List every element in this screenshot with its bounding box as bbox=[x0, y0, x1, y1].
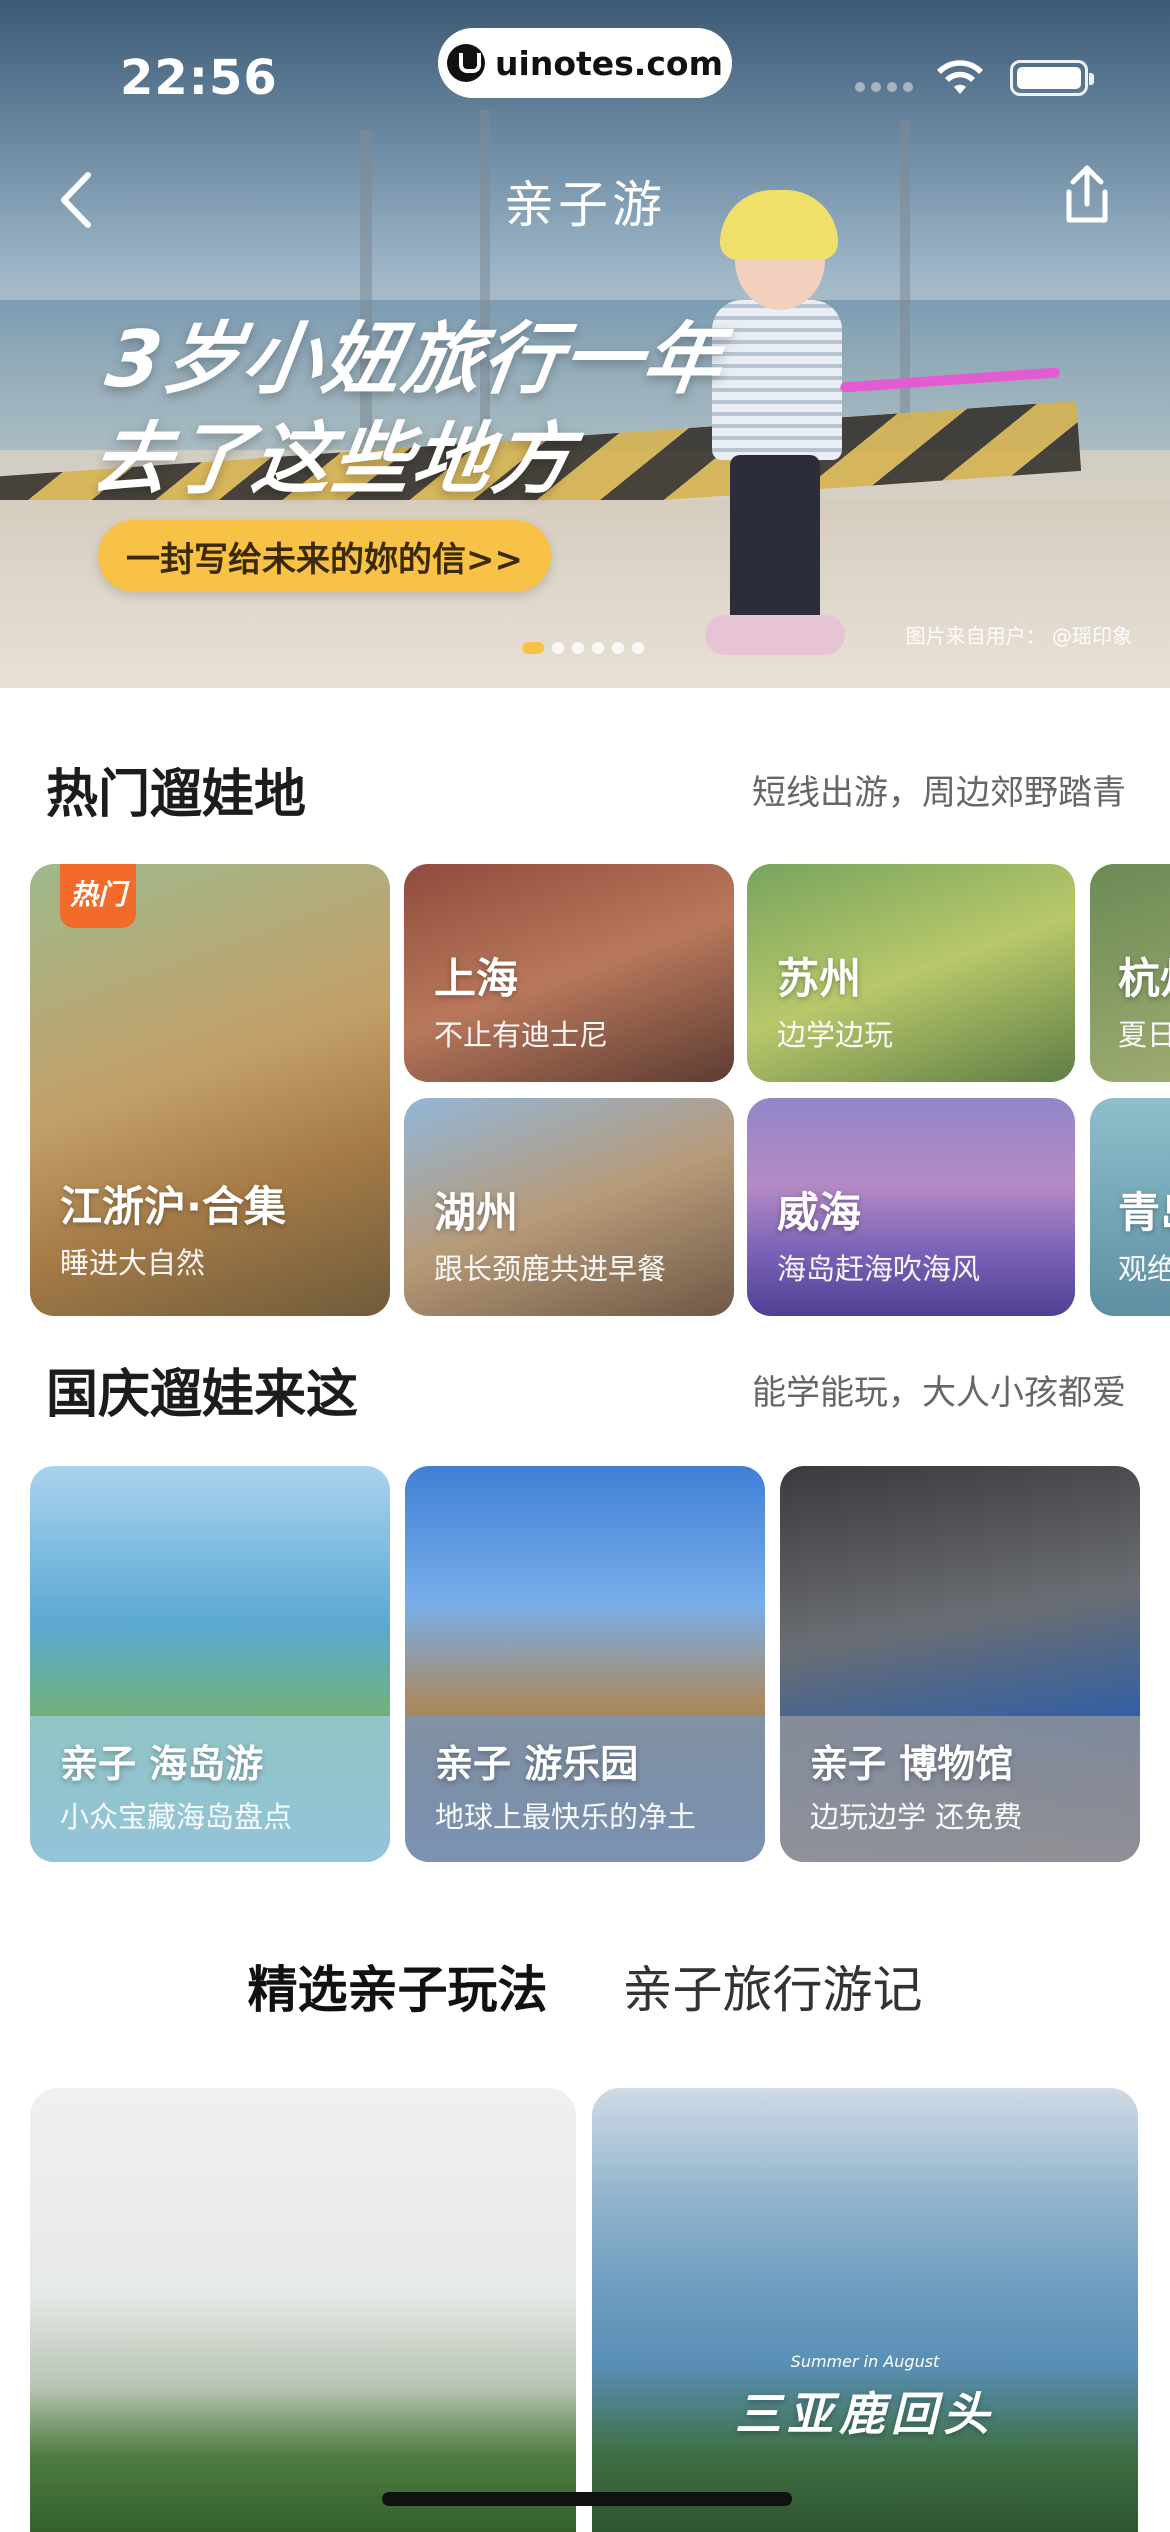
card-subtitle: 睡进大自然 bbox=[60, 1246, 206, 1280]
national-card-park[interactable]: 亲子 游乐园 地球上最快乐的净土 bbox=[405, 1466, 765, 1862]
card-subtitle: 不止有迪士尼 bbox=[434, 1018, 609, 1052]
card-title: 亲子 博物馆 bbox=[810, 1742, 1014, 1786]
wifi-icon bbox=[937, 60, 983, 94]
national-section-title: 国庆遛娃来这 bbox=[46, 1365, 359, 1425]
feed-card-subtitle: Summer in August bbox=[790, 2352, 940, 2371]
status-time: 22:56 bbox=[120, 50, 278, 106]
hot-card-qingdao[interactable]: 青岛 观绝 bbox=[1090, 1098, 1170, 1316]
card-subtitle: 地球上最快乐的净土 bbox=[435, 1800, 697, 1834]
battery-icon bbox=[1010, 60, 1094, 96]
pagination-dot bbox=[612, 642, 624, 654]
hot-card-suzhou[interactable]: 苏州 边学边玩 bbox=[747, 864, 1075, 1082]
card-subtitle: 跟长颈鹿共进早餐 bbox=[434, 1252, 667, 1286]
url-text: uinotes.com bbox=[495, 43, 723, 83]
national-card-museum[interactable]: 亲子 博物馆 边玩边学 还免费 bbox=[780, 1466, 1140, 1862]
card-label: 青岛 观绝 bbox=[1118, 1179, 1170, 1288]
status-bar: 22:56 uinotes.com bbox=[0, 0, 1170, 140]
card-label: 亲子 博物馆 边玩边学 还免费 bbox=[810, 1733, 1022, 1836]
hot-section-header: 热门遛娃地 短线出游，周边郊野踏青 bbox=[46, 752, 1126, 827]
card-label: 亲子 海岛游 小众宝藏海岛盘点 bbox=[60, 1733, 292, 1836]
card-subtitle: 边学边玩 bbox=[777, 1018, 894, 1052]
hero-headline: 3岁小妞旅行一年 去了这些地方 bbox=[86, 310, 730, 510]
hot-card-hangzhou[interactable]: 杭州 夏日 bbox=[1090, 864, 1170, 1082]
card-title: 苏州 bbox=[777, 954, 862, 1003]
card-label: 上海 不止有迪士尼 bbox=[434, 945, 608, 1054]
card-title: 江浙沪·合集 bbox=[60, 1182, 286, 1231]
card-label: 亲子 游乐园 地球上最快乐的净土 bbox=[435, 1733, 696, 1836]
hero-child-figure bbox=[712, 300, 842, 460]
feed-card-title: 三亚鹿回头 bbox=[735, 2387, 995, 2441]
hero-pagination bbox=[522, 642, 644, 654]
hero-headline-line2: 去了这些地方 bbox=[86, 415, 580, 505]
hot-card-weihai[interactable]: 威海 海岛赶海吹海风 bbox=[747, 1098, 1075, 1316]
card-label: 威海 海岛赶海吹海风 bbox=[777, 1179, 980, 1288]
hot-card-shanghai[interactable]: 上海 不止有迪士尼 bbox=[404, 864, 734, 1082]
tab-travel-notes[interactable]: 亲子旅行游记 bbox=[623, 1950, 923, 2022]
card-label: 湖州 跟长颈鹿共进早餐 bbox=[434, 1179, 666, 1288]
pagination-dot-active bbox=[522, 642, 544, 654]
pagination-dot bbox=[592, 642, 604, 654]
pagination-dot bbox=[552, 642, 564, 654]
hero-headline-line1: 3岁小妞旅行一年 bbox=[100, 315, 730, 405]
home-indicator[interactable] bbox=[382, 2492, 792, 2506]
hot-section-subtitle: 短线出游，周边郊野踏青 bbox=[752, 773, 1126, 813]
pagination-dot bbox=[572, 642, 584, 654]
hero-child-legs bbox=[730, 455, 820, 625]
hot-section-title: 热门遛娃地 bbox=[46, 765, 307, 825]
national-section-subtitle: 能学能玩，大人小孩都爱 bbox=[752, 1373, 1126, 1413]
national-section-header: 国庆遛娃来这 能学能玩，大人小孩都爱 bbox=[46, 1352, 1126, 1427]
card-subtitle: 观绝 bbox=[1118, 1252, 1170, 1286]
cellular-signal-icon bbox=[855, 82, 913, 92]
card-label: 苏州 边学边玩 bbox=[777, 945, 893, 1054]
hero-photo-credit: 图片来自用户： @瑶印象 bbox=[905, 624, 1132, 648]
hero-child-shoes bbox=[705, 615, 845, 655]
card-label: 江浙沪·合集 睡进大自然 bbox=[60, 1173, 286, 1282]
card-label: 杭州 夏日 bbox=[1118, 945, 1170, 1054]
card-title: 上海 bbox=[434, 954, 519, 1003]
card-title: 亲子 海岛游 bbox=[60, 1742, 264, 1786]
card-subtitle: 夏日 bbox=[1118, 1018, 1170, 1052]
national-card-island[interactable]: 亲子 海岛游 小众宝藏海岛盘点 bbox=[30, 1466, 390, 1862]
card-title: 湖州 bbox=[434, 1188, 519, 1237]
hot-feature-card[interactable]: 热门 江浙沪·合集 睡进大自然 bbox=[30, 864, 390, 1316]
card-subtitle: 边玩边学 还免费 bbox=[810, 1800, 1023, 1834]
share-icon[interactable] bbox=[1055, 160, 1119, 230]
url-pill: uinotes.com bbox=[438, 28, 732, 98]
card-title: 威海 bbox=[777, 1188, 862, 1237]
card-title: 杭州 bbox=[1118, 954, 1170, 1003]
hot-card-huzhou[interactable]: 湖州 跟长颈鹿共进早餐 bbox=[404, 1098, 734, 1316]
card-subtitle: 小众宝藏海岛盘点 bbox=[60, 1800, 293, 1834]
uinotes-logo-icon bbox=[447, 44, 486, 82]
feed-card-tea-hills[interactable] bbox=[30, 2088, 576, 2532]
hero-cta-button[interactable]: 一封写给未来的妳的信>> bbox=[98, 520, 551, 592]
hot-badge: 热门 bbox=[60, 864, 136, 928]
feed-card-sanya[interactable]: Summer in August 三亚鹿回头 bbox=[592, 2088, 1138, 2532]
tab-featured-activities[interactable]: 精选亲子玩法 bbox=[233, 1950, 562, 2022]
card-title: 亲子 游乐园 bbox=[435, 1742, 639, 1786]
card-title: 青岛 bbox=[1118, 1188, 1170, 1237]
content-tabs: 精选亲子玩法 亲子旅行游记 bbox=[0, 1950, 1170, 2022]
pagination-dot bbox=[632, 642, 644, 654]
card-subtitle: 海岛赶海吹海风 bbox=[777, 1252, 981, 1286]
page-title: 亲子游 bbox=[504, 176, 666, 234]
